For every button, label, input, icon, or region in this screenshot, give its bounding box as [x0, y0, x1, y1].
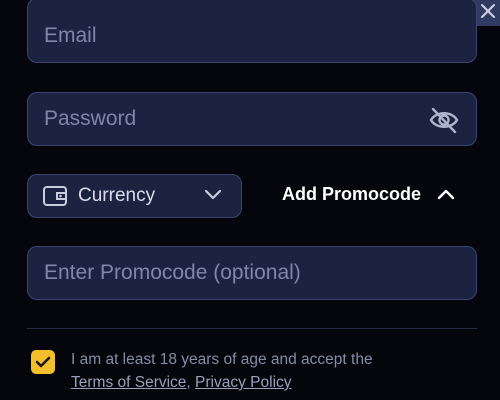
- password-field-container: [27, 92, 477, 146]
- chevron-up-icon: [437, 189, 455, 200]
- close-icon: [481, 4, 495, 18]
- consent-statement: I am at least 18 years of age and accept…: [71, 351, 373, 368]
- eye-off-icon[interactable]: [428, 105, 460, 135]
- promocode-input[interactable]: [28, 247, 476, 299]
- divider: [27, 328, 477, 329]
- currency-select[interactable]: Currency: [27, 174, 242, 218]
- chevron-down-icon: [204, 189, 222, 200]
- promocode-field-container: [27, 246, 477, 300]
- wallet-icon: [43, 186, 67, 206]
- email-field-container: [27, 0, 477, 63]
- terms-of-service-link[interactable]: Terms of Service: [71, 374, 186, 391]
- consent-text: I am at least 18 years of age and accept…: [71, 348, 471, 394]
- add-promocode-label: Add Promocode: [282, 184, 422, 204]
- checkmark-icon: [35, 356, 51, 368]
- privacy-policy-link[interactable]: Privacy Policy: [195, 374, 291, 391]
- add-promocode-toggle[interactable]: Add Promocode: [282, 184, 455, 205]
- email-input[interactable]: [28, 0, 476, 62]
- password-input[interactable]: [28, 93, 476, 145]
- currency-label: Currency: [78, 185, 156, 206]
- consent-separator: ,: [186, 374, 191, 391]
- age-terms-checkbox[interactable]: [31, 350, 55, 374]
